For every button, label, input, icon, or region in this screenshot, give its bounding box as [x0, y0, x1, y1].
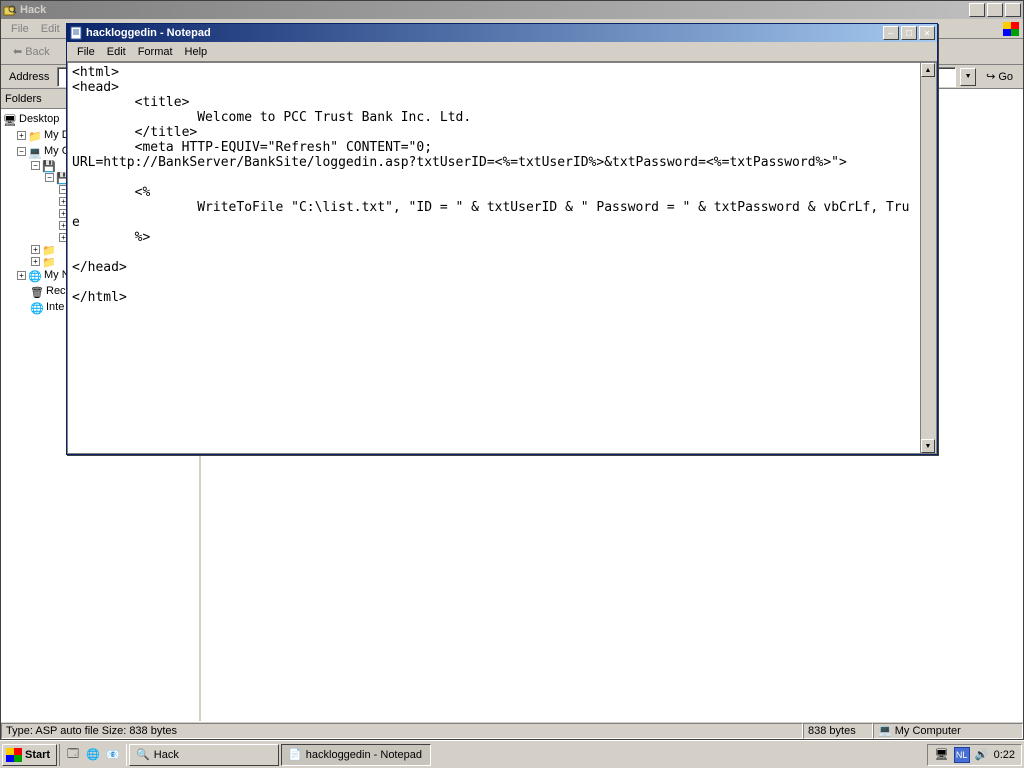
outlook-icon[interactable]: 📧 [104, 746, 122, 764]
notepad-textarea[interactable]: <html> <head> <title> Welcome to PCC Tru… [68, 63, 920, 453]
maximize-button[interactable]: ❐ [987, 3, 1003, 17]
notepad-icon [69, 26, 83, 40]
search-folder-icon: 🔍 [136, 748, 150, 761]
tray-icon[interactable]: 🔊 [974, 747, 990, 763]
address-label: Address [5, 71, 53, 83]
taskbar-item-notepad[interactable]: 📄 hackloggedin - Notepad [281, 744, 431, 766]
menu-format[interactable]: Format [132, 44, 179, 60]
menu-edit[interactable]: Edit [35, 21, 66, 37]
go-button[interactable]: ↪ Go [980, 68, 1019, 85]
show-desktop-icon[interactable]: 🗔 [64, 746, 82, 764]
status-location: 💻 My Computer [873, 723, 1023, 739]
close-button[interactable]: ✕ [1005, 3, 1021, 17]
scroll-down-icon[interactable]: ▼ [921, 439, 935, 453]
explorer-titlebar[interactable]: Hack ─ ❐ ✕ [1, 1, 1023, 19]
system-tray: 🖥 NL 🔊 0:22 [927, 744, 1022, 766]
ie-icon: 🌐 [30, 301, 44, 313]
status-type: Type: ASP auto file Size: 838 bytes [1, 723, 803, 739]
windows-logo-icon [1003, 22, 1019, 36]
notepad-menubar: File Edit Format Help [67, 42, 937, 62]
back-arrow-icon: ⬅ [13, 45, 22, 58]
collapse-icon[interactable]: − [31, 161, 40, 170]
quick-launch: 🗔 🌐 📧 [59, 744, 127, 766]
back-button[interactable]: ⬅ Back [5, 43, 58, 60]
expand-icon[interactable]: + [17, 131, 26, 140]
taskbar: Start 🗔 🌐 📧 🔍 Hack 📄 hackloggedin - Note… [0, 740, 1024, 768]
minimize-button[interactable]: ─ [969, 3, 985, 17]
notepad-titlebar[interactable]: hackloggedin - Notepad ─ ☐ ✕ [67, 24, 937, 42]
notepad-icon: 📄 [288, 748, 302, 761]
language-indicator[interactable]: NL [954, 747, 970, 763]
expand-icon[interactable]: + [31, 257, 40, 266]
minimize-button[interactable]: ─ [883, 26, 899, 40]
expand-icon[interactable]: + [17, 271, 26, 280]
collapse-icon[interactable]: − [45, 173, 54, 182]
menu-file[interactable]: File [5, 21, 35, 37]
computer-icon: 💻 [28, 145, 42, 157]
drive-icon: 💾 [42, 159, 56, 171]
search-folder-icon [3, 3, 17, 17]
maximize-button[interactable]: ☐ [901, 26, 917, 40]
status-bytes: 838 bytes [803, 723, 873, 739]
menu-file[interactable]: File [71, 44, 101, 60]
go-arrow-icon: ↪ [986, 70, 995, 83]
notepad-title: hackloggedin - Notepad [86, 27, 883, 39]
folder-icon: 📁 [28, 129, 42, 141]
vertical-scrollbar[interactable]: ▲ ▼ [920, 63, 936, 453]
ie-icon[interactable]: 🌐 [84, 746, 102, 764]
computer-icon: 💻 [878, 724, 892, 737]
taskbar-item-hack[interactable]: 🔍 Hack [129, 744, 279, 766]
explorer-statusbar: Type: ASP auto file Size: 838 bytes 838 … [1, 721, 1023, 739]
windows-logo-icon [6, 748, 22, 762]
folder-icon: 📁 [42, 255, 56, 267]
clock[interactable]: 0:22 [994, 749, 1015, 761]
scroll-up-icon[interactable]: ▲ [921, 63, 935, 77]
folders-header: Folders [5, 93, 42, 105]
tray-icon[interactable]: 🖥 [934, 747, 950, 763]
explorer-title: Hack [20, 4, 969, 16]
menu-help[interactable]: Help [179, 44, 214, 60]
menu-edit[interactable]: Edit [101, 44, 132, 60]
close-button[interactable]: ✕ [919, 26, 935, 40]
start-button[interactable]: Start [2, 744, 57, 766]
address-dropdown[interactable]: ▼ [960, 68, 976, 86]
notepad-window: hackloggedin - Notepad ─ ☐ ✕ File Edit F… [66, 23, 938, 455]
collapse-icon[interactable]: − [17, 147, 26, 156]
recycle-icon: 🗑 [30, 285, 44, 297]
expand-icon[interactable]: + [31, 245, 40, 254]
desktop-icon: 🖥 [3, 113, 17, 125]
folder-icon: 📁 [42, 243, 56, 255]
network-icon: 🌐 [28, 269, 42, 281]
